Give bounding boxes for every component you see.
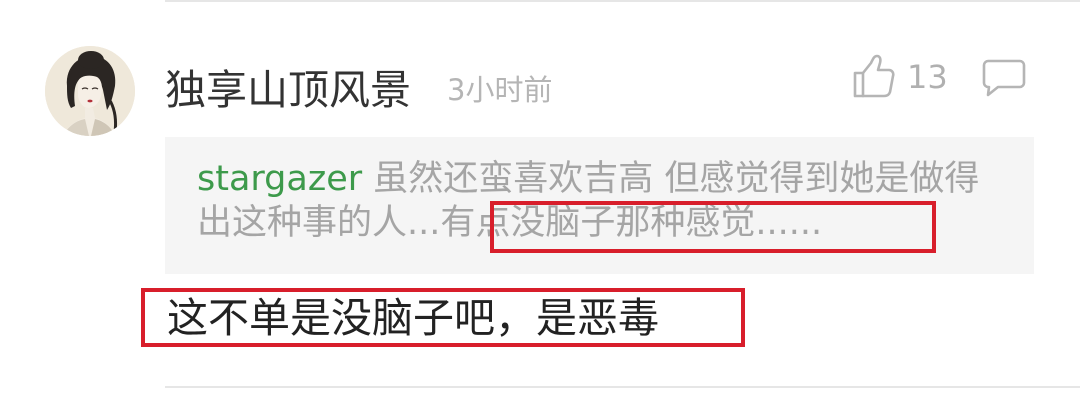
comment-username[interactable]: 独享山顶风景 xyxy=(165,62,411,118)
quote-highlight-box xyxy=(490,201,936,253)
speech-bubble-icon[interactable] xyxy=(982,58,1026,98)
reply-highlight-box xyxy=(141,288,745,347)
top-divider xyxy=(165,0,1080,2)
bottom-divider xyxy=(165,386,1080,388)
avatar-portrait-image xyxy=(45,46,135,136)
comment-timestamp: 3小时前 xyxy=(447,73,553,107)
like-count: 13 xyxy=(907,58,948,96)
avatar[interactable] xyxy=(45,46,135,136)
thumbs-up-icon[interactable] xyxy=(852,53,896,99)
quoted-author-name[interactable]: stargazer xyxy=(197,159,362,199)
